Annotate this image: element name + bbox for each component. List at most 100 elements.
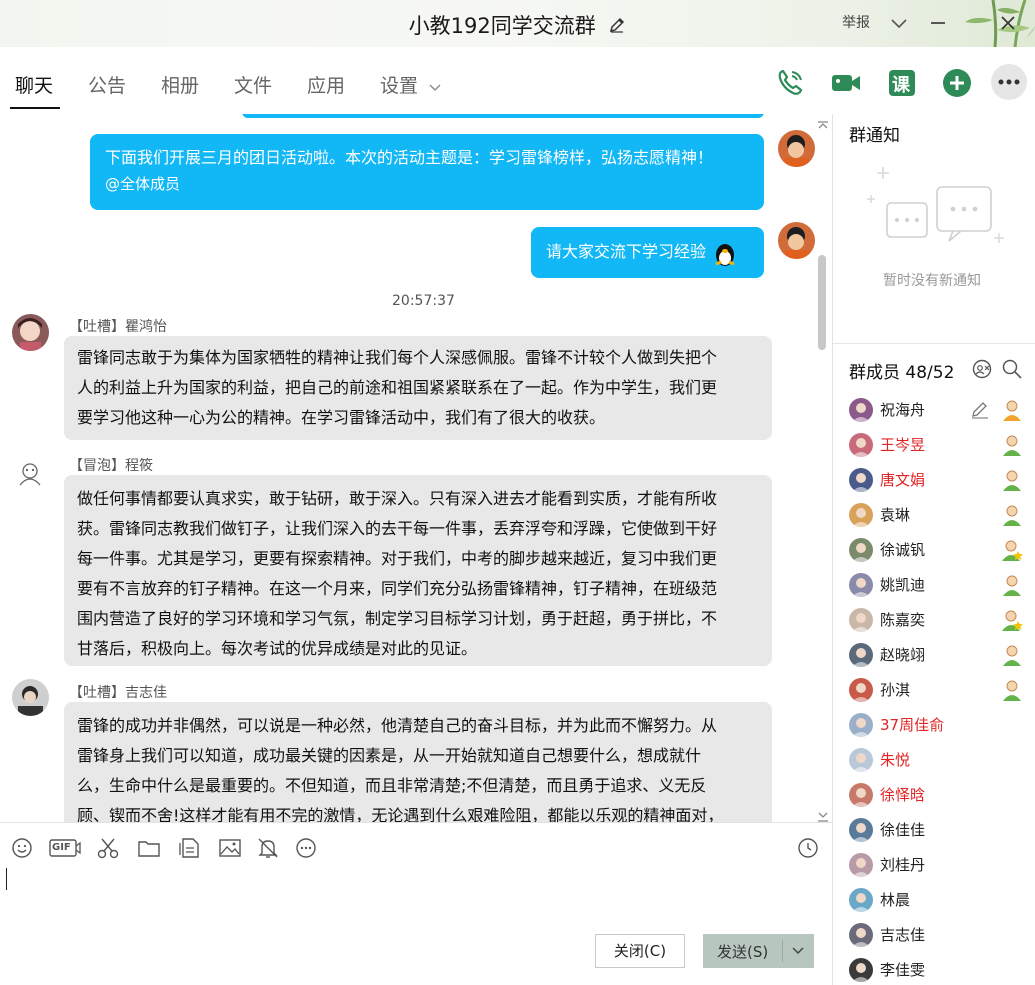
edit-nickname-icon[interactable]: [970, 400, 990, 424]
message-line: 雷锋的成功并非偶然，可以说是一种必然，他清楚自己的奋斗目标，并为此而不懈努力。从: [77, 716, 718, 735]
class-icon[interactable]: 课: [885, 66, 919, 100]
member-avatar[interactable]: [849, 958, 873, 982]
member-avatar[interactable]: [849, 818, 873, 842]
member-row[interactable]: 徐佳佳: [849, 815, 1035, 845]
tab-apps[interactable]: 应用: [307, 71, 345, 101]
member-name: 李佳雯: [880, 961, 926, 979]
member-avatar[interactable]: [849, 433, 873, 457]
send-options-chevron-icon[interactable]: [789, 943, 807, 963]
member-row[interactable]: 刘桂丹: [849, 850, 1035, 880]
more-circle-icon[interactable]: [293, 835, 319, 861]
member-row[interactable]: 王岑昱: [849, 430, 1035, 460]
mention-all[interactable]: @全体成员: [105, 171, 749, 197]
input-divider: [0, 822, 832, 823]
member-row[interactable]: 祝海舟: [849, 395, 1035, 425]
clock-icon[interactable]: [795, 835, 821, 861]
message-text: 下面我们开展三月的团日活动啦。本次的活动主题是：学习雷锋榜样，弘扬志愿精神！: [105, 148, 714, 167]
close-icon[interactable]: [995, 10, 1021, 36]
member-avatar[interactable]: [849, 468, 873, 492]
member-avatar[interactable]: [849, 923, 873, 947]
message-line: 雷锋身上我们可以知道，成功最关键的因素是，从一开始就知道自己想要什么，想成就什: [77, 746, 702, 765]
panel-separator: [833, 343, 1035, 344]
avatar[interactable]: [778, 222, 815, 259]
close-button[interactable]: 关闭(C): [595, 934, 685, 968]
collapse-down-icon[interactable]: [816, 808, 830, 822]
emoji-icon[interactable]: [9, 835, 35, 861]
tab-announcement[interactable]: 公告: [88, 71, 126, 101]
tab-chat[interactable]: 聊天: [15, 71, 53, 101]
member-avatar[interactable]: [849, 608, 873, 632]
member-row[interactable]: 姚凯迪: [849, 570, 1035, 600]
edit-title-icon[interactable]: [608, 15, 626, 39]
member-row[interactable]: 吉志佳: [849, 920, 1035, 950]
sender-name[interactable]: 【吐槽】瞿鸿怡: [69, 316, 167, 336]
more-icon[interactable]: [990, 63, 1028, 101]
video-call-icon[interactable]: [829, 66, 863, 100]
member-avatar[interactable]: [849, 643, 873, 667]
members-title[interactable]: 群成员 48/52: [849, 358, 954, 383]
member-avatar[interactable]: [849, 853, 873, 877]
member-search-icon[interactable]: [1001, 358, 1023, 384]
gif-label: GIF: [52, 842, 71, 853]
member-row[interactable]: 37周佳俞: [849, 710, 1035, 740]
message-line: 顾、锲而不舍!这样才能有用不完的激情，无论遇到什么艰难险阻，都能以乐观的精神面对…: [77, 806, 724, 822]
avatar[interactable]: [12, 455, 49, 492]
gif-icon[interactable]: GIF: [48, 835, 82, 861]
tab-settings[interactable]: 设置: [380, 71, 442, 101]
member-row[interactable]: 袁琳: [849, 500, 1035, 530]
message-bubble-me: 请大家交流下学习经验: [531, 227, 764, 278]
chat-scrollbar[interactable]: [818, 255, 826, 350]
member-avatar[interactable]: [849, 748, 873, 772]
member-name: 刘桂丹: [880, 856, 926, 874]
member-row[interactable]: 孙淇: [849, 675, 1035, 705]
member-avatar[interactable]: [849, 713, 873, 737]
bell-icon[interactable]: [255, 835, 281, 861]
member-avatar[interactable]: [849, 573, 873, 597]
message-bubble-partial: [242, 114, 764, 118]
phone-icon[interactable]: [773, 66, 807, 100]
member-avatar[interactable]: [849, 538, 873, 562]
member-row[interactable]: 林晨: [849, 885, 1035, 915]
send-button[interactable]: 发送(S): [703, 934, 814, 968]
folder-icon[interactable]: [136, 835, 162, 861]
message-line: 做任何事情都要认真求实，敢于钻研，敢于深入。只有深入进去才能看到实质，才能有所收: [77, 489, 718, 508]
message-bubble-me: 下面我们开展三月的团日活动啦。本次的活动主题是：学习雷锋榜样，弘扬志愿精神！ @…: [90, 134, 764, 210]
member-row[interactable]: 李佳雯: [849, 955, 1035, 985]
member-row[interactable]: 赵晓翊: [849, 640, 1035, 670]
message-bubble-other: 做任何事情都要认真求实，敢于钻研，敢于深入。只有深入进去才能看到实质，才能有所收…: [64, 475, 772, 666]
member-avatar[interactable]: [849, 503, 873, 527]
sender-name[interactable]: 【吐槽】吉志佳: [69, 682, 167, 702]
member-avatar[interactable]: [849, 888, 873, 912]
chevron-down-icon[interactable]: [886, 10, 912, 36]
penguin-emoji-icon: [715, 243, 735, 266]
member-online-icon: [1000, 573, 1024, 597]
add-icon[interactable]: [940, 66, 974, 100]
message-input[interactable]: [6, 868, 7, 890]
member-row[interactable]: 徐怿晗: [849, 780, 1035, 810]
avatar[interactable]: [778, 130, 815, 167]
member-row[interactable]: 陈嘉奕: [849, 605, 1035, 635]
collapse-up-icon[interactable]: [816, 114, 830, 133]
tab-album[interactable]: 相册: [161, 71, 199, 101]
message-line: 雷锋同志敢于为集体为国家牺牲的精神让我们每个人深感佩服。雷锋不计较个人做到失把个: [77, 348, 718, 367]
chat-area[interactable]: 下面我们开展三月的团日活动啦。本次的活动主题是：学习雷锋榜样，弘扬志愿精神！ @…: [0, 114, 832, 822]
tab-files[interactable]: 文件: [234, 71, 272, 101]
send-button-label: 发送(S): [717, 943, 769, 961]
member-row[interactable]: 徐诚钒: [849, 535, 1035, 565]
member-name: 祝海舟: [880, 401, 926, 419]
avatar[interactable]: [12, 314, 49, 351]
notice-title[interactable]: 群通知: [849, 121, 900, 146]
report-button[interactable]: 举报: [842, 12, 870, 32]
member-avatar[interactable]: [849, 783, 873, 807]
member-row[interactable]: 朱悦: [849, 745, 1035, 775]
member-avatar[interactable]: [849, 678, 873, 702]
avatar[interactable]: [12, 679, 49, 716]
sender-name[interactable]: 【冒泡】程筱: [69, 455, 153, 475]
doc-icon[interactable]: [177, 835, 203, 861]
scissors-icon[interactable]: [95, 835, 121, 861]
member-invite-icon[interactable]: [971, 358, 993, 384]
message-line: 要学习他这种一心为公的精神。在学习雷锋活动中，我们有了很大的收获。: [77, 408, 606, 427]
member-row[interactable]: 唐文娟: [849, 465, 1035, 495]
member-avatar[interactable]: [849, 398, 873, 422]
image-icon[interactable]: [217, 835, 243, 861]
